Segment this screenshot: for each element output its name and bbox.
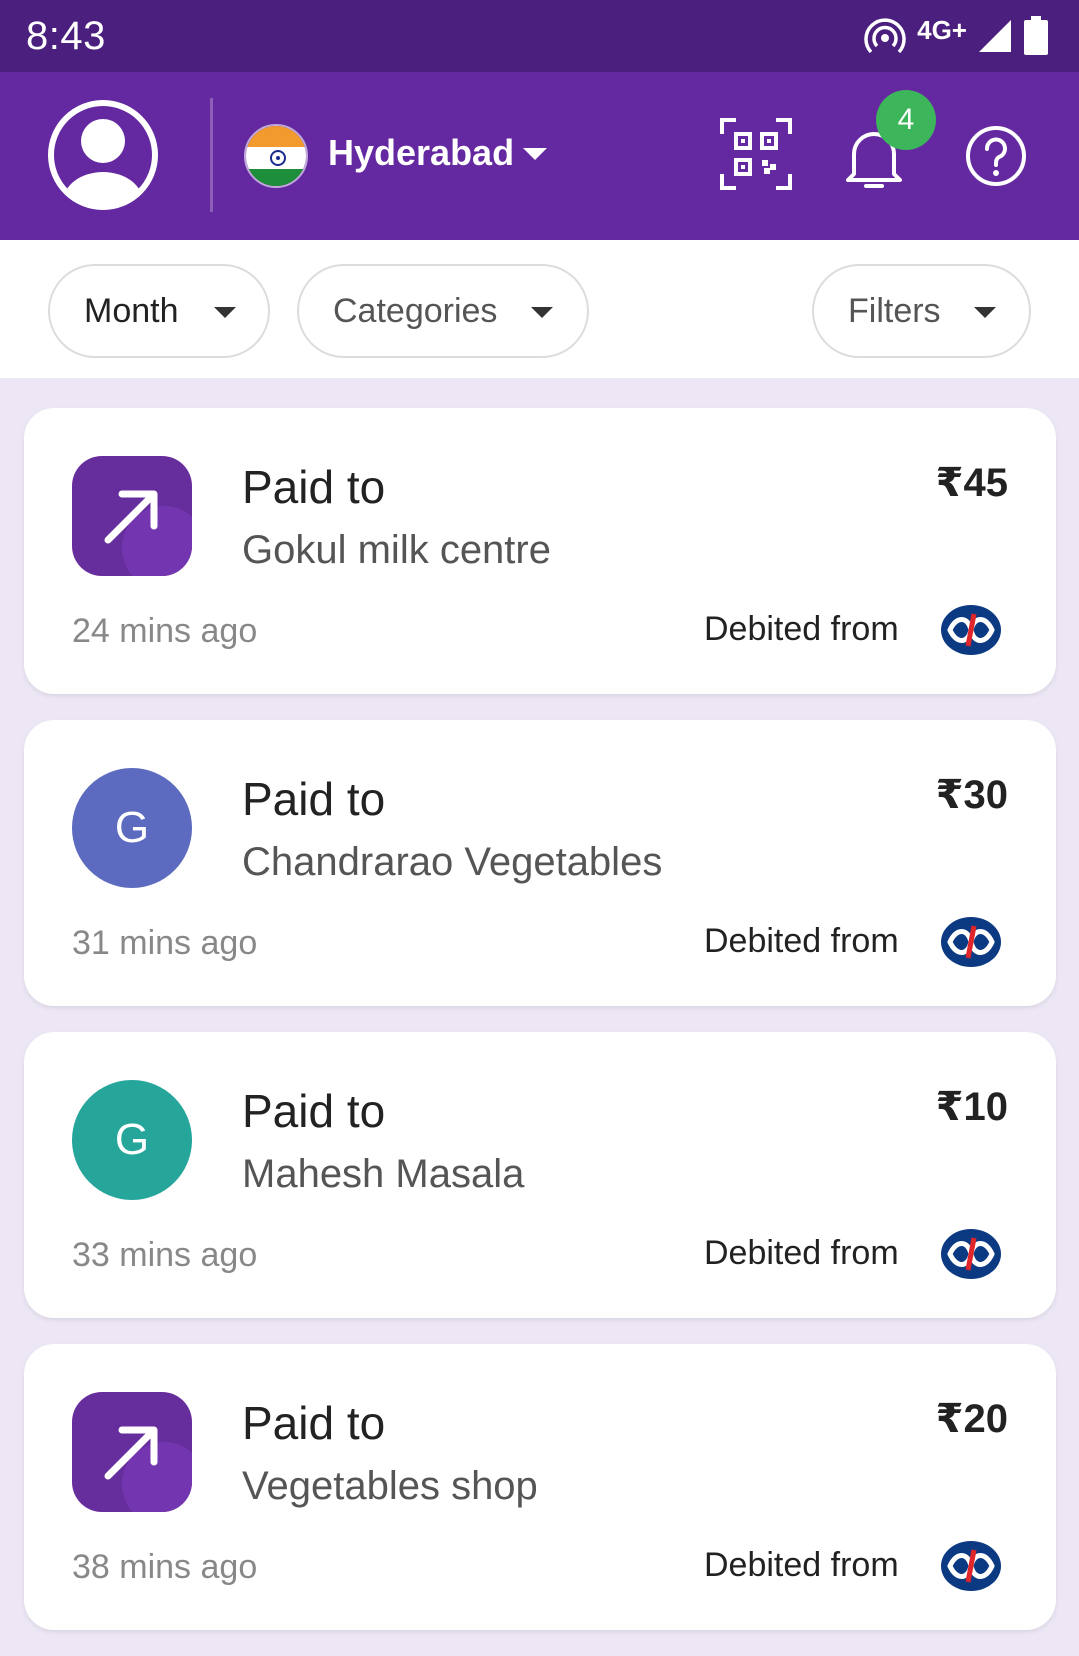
chevron-down-icon bbox=[974, 307, 996, 318]
hotspot-icon bbox=[864, 18, 906, 54]
debited-from-label: Debited from bbox=[704, 1234, 899, 1272]
debited-from-label: Debited from bbox=[704, 1546, 899, 1584]
status-time: 8:43 bbox=[26, 14, 106, 58]
merchant-name: Chandrarao Vegetables bbox=[242, 840, 663, 884]
transaction-type: Paid to bbox=[242, 773, 386, 825]
chevron-down-icon bbox=[531, 307, 553, 318]
merchant-avatar-letter: G bbox=[114, 1115, 150, 1164]
signal-icon bbox=[979, 20, 1011, 52]
transaction-type: Paid to bbox=[242, 461, 386, 513]
categories-filter-chip[interactable]: Categories bbox=[297, 264, 589, 358]
categories-filter-label: Categories bbox=[333, 291, 498, 330]
profile-avatar-icon[interactable] bbox=[46, 98, 160, 212]
transaction-amount: ₹45 bbox=[935, 461, 1008, 505]
transaction-amount: ₹20 bbox=[935, 1397, 1008, 1441]
help-icon[interactable] bbox=[964, 124, 1028, 188]
filters-chip[interactable]: Filters bbox=[812, 264, 1031, 358]
bank-logo-icon bbox=[941, 1229, 1001, 1279]
transaction-type: Paid to bbox=[242, 1397, 386, 1449]
month-filter-chip[interactable]: Month bbox=[48, 264, 270, 358]
bank-logo-icon bbox=[941, 605, 1001, 655]
status-bar: 8:43 4G+ bbox=[0, 0, 1079, 72]
merchant-avatar: G bbox=[72, 768, 192, 888]
transaction-amount: ₹10 bbox=[935, 1085, 1008, 1129]
india-flag-icon[interactable] bbox=[244, 124, 308, 188]
status-icons: 4G+ bbox=[863, 12, 1049, 60]
transaction-amount: ₹30 bbox=[935, 773, 1008, 817]
transaction-time: 33 mins ago bbox=[72, 1236, 258, 1274]
transaction-time: 38 mins ago bbox=[72, 1548, 258, 1586]
filters-label: Filters bbox=[848, 291, 941, 330]
transaction-card[interactable]: G Paid to Mahesh Masala ₹10 33 mins ago … bbox=[24, 1032, 1056, 1318]
battery-icon bbox=[1024, 16, 1048, 55]
transaction-time: 24 mins ago bbox=[72, 612, 258, 650]
merchant-avatar-letter: G bbox=[114, 803, 150, 852]
transaction-time: 31 mins ago bbox=[72, 924, 258, 962]
transaction-type: Paid to bbox=[242, 1085, 386, 1137]
chevron-down-icon[interactable] bbox=[523, 148, 547, 160]
transaction-card[interactable]: Paid to Gokul milk centre ₹45 24 mins ag… bbox=[24, 408, 1056, 694]
bank-logo-icon bbox=[941, 917, 1001, 967]
arrow-up-right-icon bbox=[104, 490, 158, 544]
filter-row: Month Categories Filters bbox=[0, 240, 1079, 378]
city-selector[interactable]: Hyderabad bbox=[328, 132, 514, 174]
debited-from-label: Debited from bbox=[704, 922, 899, 960]
header-divider bbox=[210, 98, 213, 212]
transaction-card[interactable]: Paid to Vegetables shop ₹20 38 mins ago … bbox=[24, 1344, 1056, 1630]
merchant-name: Mahesh Masala bbox=[242, 1152, 525, 1196]
debited-from-label: Debited from bbox=[704, 610, 899, 648]
qr-scanner-icon[interactable] bbox=[718, 116, 794, 192]
chevron-down-icon bbox=[214, 307, 236, 318]
merchant-name: Vegetables shop bbox=[242, 1464, 538, 1508]
payment-sent-icon bbox=[72, 1392, 192, 1512]
bank-logo-icon bbox=[941, 1541, 1001, 1591]
arrow-up-right-icon bbox=[104, 1426, 158, 1480]
transaction-card[interactable]: G Paid to Chandrarao Vegetables ₹30 31 m… bbox=[24, 720, 1056, 1006]
merchant-name: Gokul milk centre bbox=[242, 528, 551, 572]
notification-badge: 4 bbox=[876, 90, 936, 150]
network-type: 4G+ bbox=[917, 14, 967, 45]
merchant-avatar: G bbox=[72, 1080, 192, 1200]
month-filter-label: Month bbox=[84, 291, 179, 330]
app-bar: Hyderabad 4 bbox=[0, 72, 1079, 240]
payment-sent-icon bbox=[72, 456, 192, 576]
